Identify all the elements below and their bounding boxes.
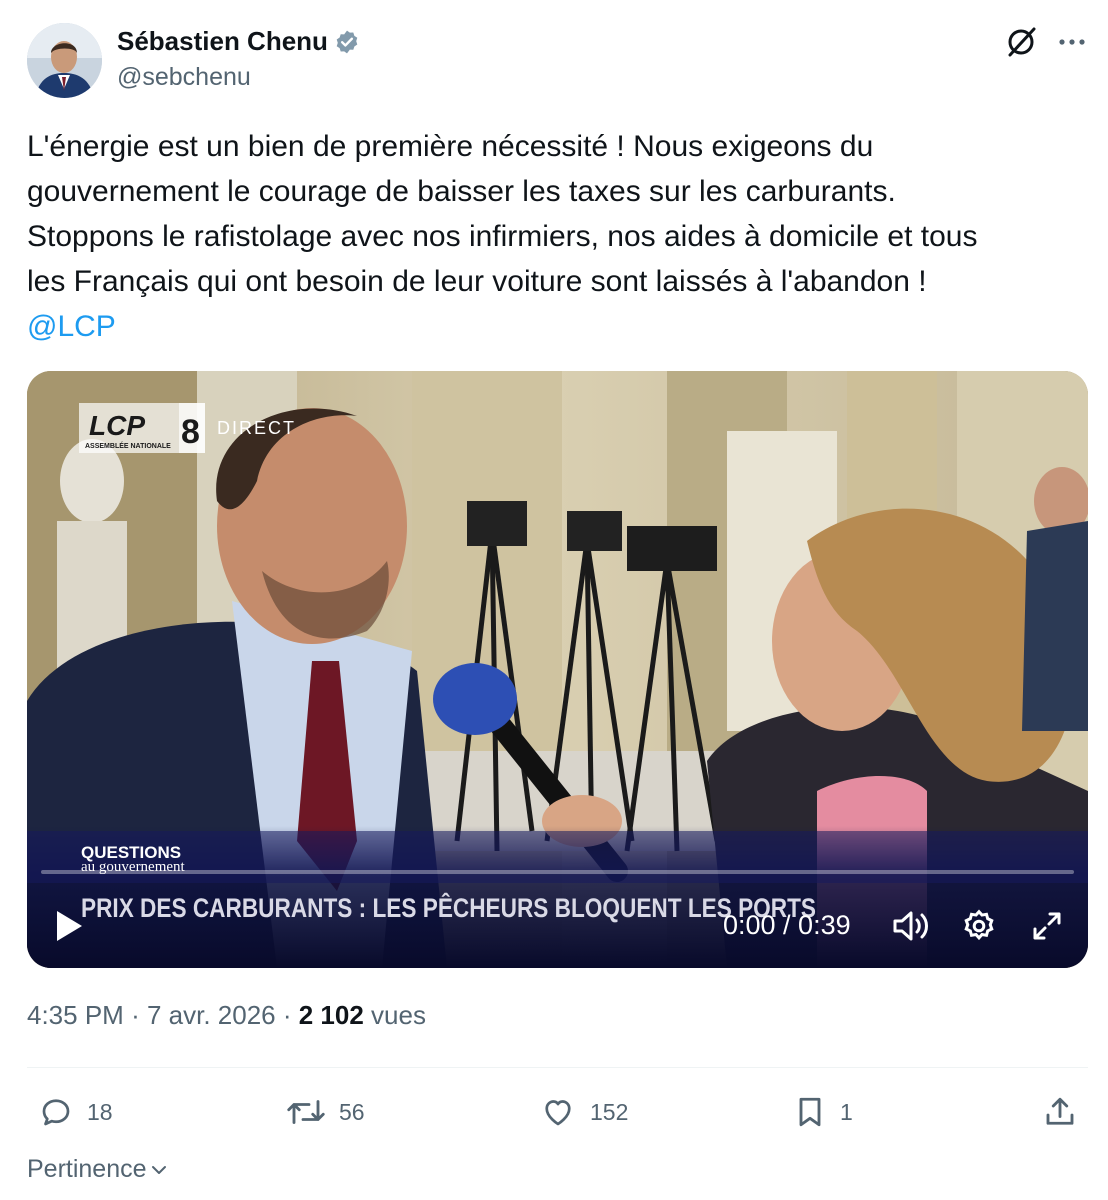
like-button[interactable]: 152: [538, 1092, 628, 1132]
views-count: 2 102: [298, 1000, 364, 1030]
headline: PRIX DES CARBURANTS : LES PÊCHEURS BLOQU…: [81, 892, 816, 923]
chevron-down-icon: [151, 1165, 166, 1174]
gear-icon: [964, 909, 994, 941]
channel-number: 8: [181, 413, 200, 451]
tweet-line: L'énergie est un bien de première nécess…: [27, 130, 874, 163]
settings-button[interactable]: [959, 906, 999, 946]
avatar-image: [27, 23, 102, 98]
author-name[interactable]: Sébastien Chenu: [117, 26, 360, 57]
reply-count: 18: [87, 1098, 113, 1125]
video-frame: LCP ASSEMBLÉE NATIONALE 8 DIRECT QUESTIO…: [27, 371, 1088, 968]
like-count: 152: [590, 1098, 629, 1125]
video-player[interactable]: LCP ASSEMBLÉE NATIONALE 8 DIRECT QUESTIO…: [27, 371, 1088, 968]
verified-badge-icon: [336, 30, 358, 53]
repost-count: 56: [339, 1098, 365, 1125]
divider: [27, 1067, 1088, 1068]
share-button[interactable]: [1042, 1092, 1078, 1132]
volume-button[interactable]: [891, 906, 931, 946]
bookmark-button[interactable]: 1: [792, 1092, 853, 1132]
live-label: DIRECT: [217, 418, 296, 438]
sort-dropdown[interactable]: Pertinence: [27, 1155, 169, 1184]
bookmark-count: 1: [840, 1098, 853, 1125]
volume-icon: [893, 911, 928, 941]
author-handle[interactable]: @sebchenu: [117, 63, 251, 92]
views-label: vues: [371, 1000, 426, 1030]
video-timecode: 0:00 / 0:39: [723, 910, 851, 940]
tweet-text: L'énergie est un bien de première nécess…: [27, 124, 1087, 349]
video-progress-bar[interactable]: [41, 870, 1074, 874]
grok-icon[interactable]: [1003, 24, 1039, 60]
repost-button[interactable]: 56: [285, 1092, 365, 1132]
more-icon[interactable]: [1054, 24, 1090, 60]
fullscreen-button[interactable]: [1027, 906, 1067, 946]
tweet-line: Stoppons le rafistolage avec nos infirmi…: [27, 220, 978, 253]
tweet-time[interactable]: 4:35 PM: [27, 1000, 124, 1030]
repost-icon: [287, 1100, 325, 1124]
author-display-name[interactable]: Sébastien Chenu: [117, 26, 328, 57]
tweet-meta: 4:35 PM · 7 avr. 2026 · 2 102 vues: [27, 1000, 426, 1031]
heart-icon: [545, 1100, 571, 1126]
channel-sub: ASSEMBLÉE NATIONALE: [85, 441, 171, 450]
tweet-line: gouvernement le courage de baisser les t…: [27, 175, 896, 208]
fullscreen-icon: [1033, 912, 1061, 940]
play-icon: [57, 911, 82, 941]
sort-label: Pertinence: [27, 1155, 147, 1183]
bookmark-icon: [799, 1097, 821, 1127]
meta-separator: ·: [131, 1000, 147, 1030]
share-icon: [1046, 1097, 1074, 1125]
mention-link[interactable]: @LCP: [27, 310, 116, 343]
reply-icon: [42, 1099, 70, 1126]
meta-separator: ·: [282, 1000, 299, 1030]
channel-logo: LCP: [89, 410, 145, 441]
tweet-line: les Français qui ont besoin de leur voit…: [27, 265, 927, 298]
avatar[interactable]: [27, 23, 102, 98]
reply-button[interactable]: 18: [37, 1092, 113, 1132]
play-button[interactable]: [49, 906, 89, 946]
tweet-date[interactable]: 7 avr. 2026: [147, 1000, 276, 1030]
